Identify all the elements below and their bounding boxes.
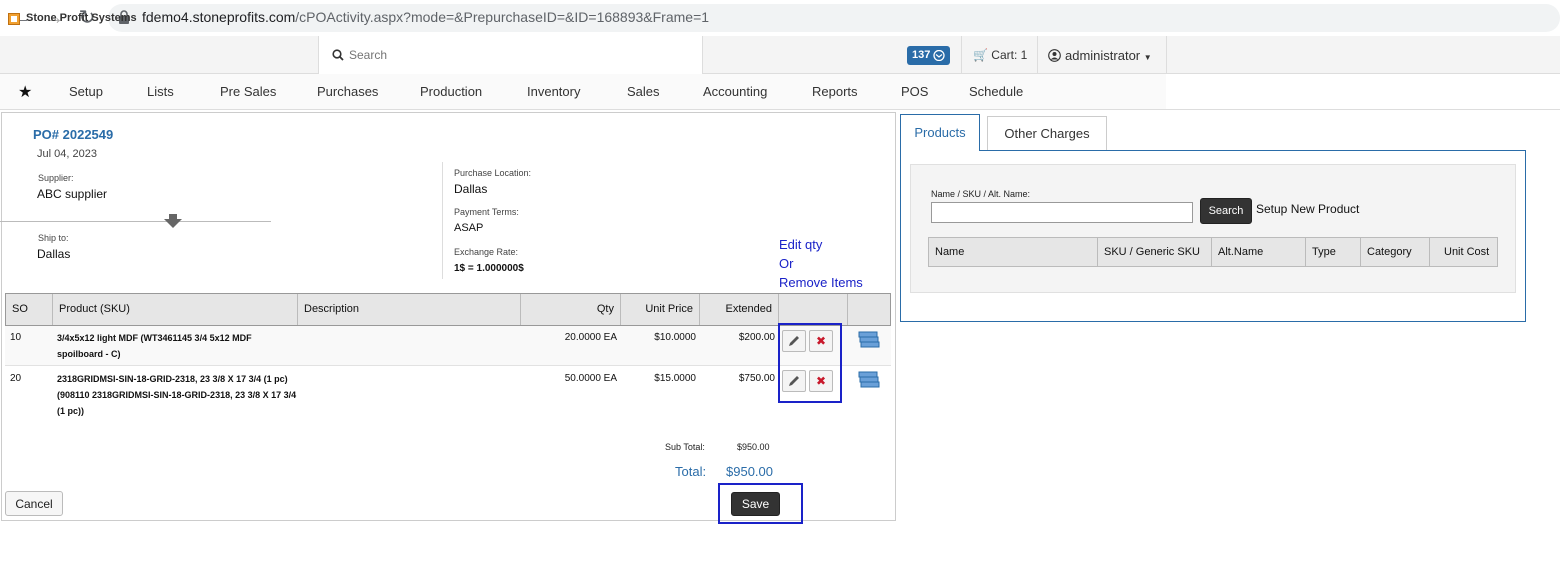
po-date: Jul 04, 2023 (37, 148, 97, 160)
menu-pos[interactable]: POS (901, 84, 928, 99)
cart-icon: 🛒 (973, 48, 988, 62)
envelope-icon (933, 50, 945, 61)
brand-name: Stone Profit Systems (26, 12, 137, 24)
column-header-type: Type (1305, 237, 1361, 267)
annotation-line: Or (779, 256, 794, 271)
tab-other-charges[interactable]: Other Charges (987, 116, 1107, 150)
total-value: $950.00 (726, 464, 773, 479)
search-button[interactable]: Search (1200, 198, 1252, 224)
star-icon[interactable]: ★ (18, 82, 32, 102)
column-header-unit-cost: Unit Cost (1429, 237, 1498, 267)
notification-badge[interactable]: 137 (907, 46, 950, 65)
app-header (0, 36, 1560, 74)
payment-terms-label: Payment Terms: (454, 207, 519, 217)
subtotal-label: Sub Total: (665, 442, 705, 452)
ship-to-value: Dallas (37, 247, 71, 261)
row-unit-price: $15.0000 (654, 373, 696, 384)
row-so: 20 (10, 373, 22, 384)
stack-icon[interactable] (858, 331, 880, 349)
menu-pre-sales[interactable]: Pre Sales (220, 84, 276, 99)
annotation-line: Remove Items (779, 275, 863, 290)
global-search (318, 36, 703, 74)
caret-down-icon: ▼ (1143, 53, 1152, 62)
annotation-line: Edit qty (779, 237, 823, 252)
product-search-label: Name / SKU / Alt. Name: (931, 189, 1031, 199)
cart-label: Cart: 1 (991, 48, 1028, 62)
stack-icon[interactable] (858, 371, 880, 389)
row-unit-price: $10.0000 (654, 332, 696, 343)
arrow-down-icon[interactable] (164, 214, 182, 228)
total-label: Total: (675, 464, 707, 479)
row-so: 10 (10, 332, 22, 343)
product-search-box (910, 164, 1516, 293)
menu-reports[interactable]: Reports (812, 84, 858, 99)
user-menu[interactable]: administrator ▼ (1048, 48, 1152, 63)
menu-sales[interactable]: Sales (627, 84, 660, 99)
header-divider (1037, 36, 1038, 74)
row-product: 3/4x5x12 light MDF (WT3461145 3/4 5x12 M… (57, 333, 252, 359)
badge-count: 137 (912, 49, 931, 61)
row-extended: $750.00 (738, 373, 775, 384)
menu-inventory[interactable]: Inventory (527, 84, 580, 99)
row-extended: $200.00 (738, 332, 775, 343)
supplier-label: Supplier: (38, 173, 74, 183)
column-header-sku: SKU / Generic SKU (1097, 237, 1212, 267)
search-icon (332, 49, 344, 61)
po-title[interactable]: PO# 2022549 (33, 127, 113, 142)
user-name: administrator (1065, 48, 1141, 63)
supplier-value: ABC supplier (37, 187, 108, 201)
menu-lists[interactable]: Lists (147, 84, 174, 99)
payment-terms-value: ASAP (454, 222, 484, 234)
column-header-name: Name (928, 237, 1098, 267)
row-product: 2318GRIDMSI-SIN-18-GRID-2318, 23 3/8 X 1… (57, 374, 297, 416)
annotation-note: Edit qty Or Remove Items (779, 235, 863, 292)
purchase-location-label: Purchase Location: (454, 168, 532, 178)
column-header-category: Category (1360, 237, 1430, 267)
menu-accounting[interactable]: Accounting (703, 84, 767, 99)
product-search-input[interactable] (931, 202, 1193, 223)
user-icon (1048, 49, 1061, 62)
row-divider (5, 365, 891, 366)
subtotal-value: $950.00 (737, 442, 770, 452)
header-divider (961, 36, 962, 74)
highlight-box (778, 323, 842, 403)
row-qty: 20.0000 EA (564, 332, 617, 343)
ship-to-label: Ship to: (38, 233, 69, 243)
cancel-button[interactable]: Cancel (5, 491, 63, 516)
section-divider (0, 221, 271, 222)
cart-link[interactable]: 🛒 Cart: 1 (973, 48, 1027, 62)
menu-purchases[interactable]: Purchases (317, 84, 378, 99)
tab-products[interactable]: Products (900, 114, 980, 151)
menu-filler (1166, 74, 1560, 110)
highlight-box (718, 483, 803, 524)
browser-toolbar: ← → ↻ fdemo4.stoneprofits.com/cPOActivit… (0, 0, 1560, 36)
url-text: fdemo4.stoneprofits.com/cPOActivity.aspx… (142, 9, 710, 25)
setup-new-product-link[interactable]: Setup New Product (1256, 202, 1359, 216)
column-header-alt-name: Alt.Name (1211, 237, 1306, 267)
purchase-location-value: Dallas (454, 182, 488, 196)
search-input[interactable] (349, 45, 689, 65)
exchange-rate-label: Exchange Rate: (454, 247, 519, 257)
menu-setup[interactable]: Setup (69, 84, 103, 99)
row-qty: 50.0000 EA (564, 373, 617, 384)
logo-icon (8, 13, 20, 25)
menu-schedule[interactable]: Schedule (969, 84, 1023, 99)
section-divider (442, 162, 443, 279)
exchange-rate-value: 1$ = 1.000000$ (454, 263, 524, 274)
table-header-border (5, 293, 891, 326)
menu-production[interactable]: Production (420, 84, 482, 99)
